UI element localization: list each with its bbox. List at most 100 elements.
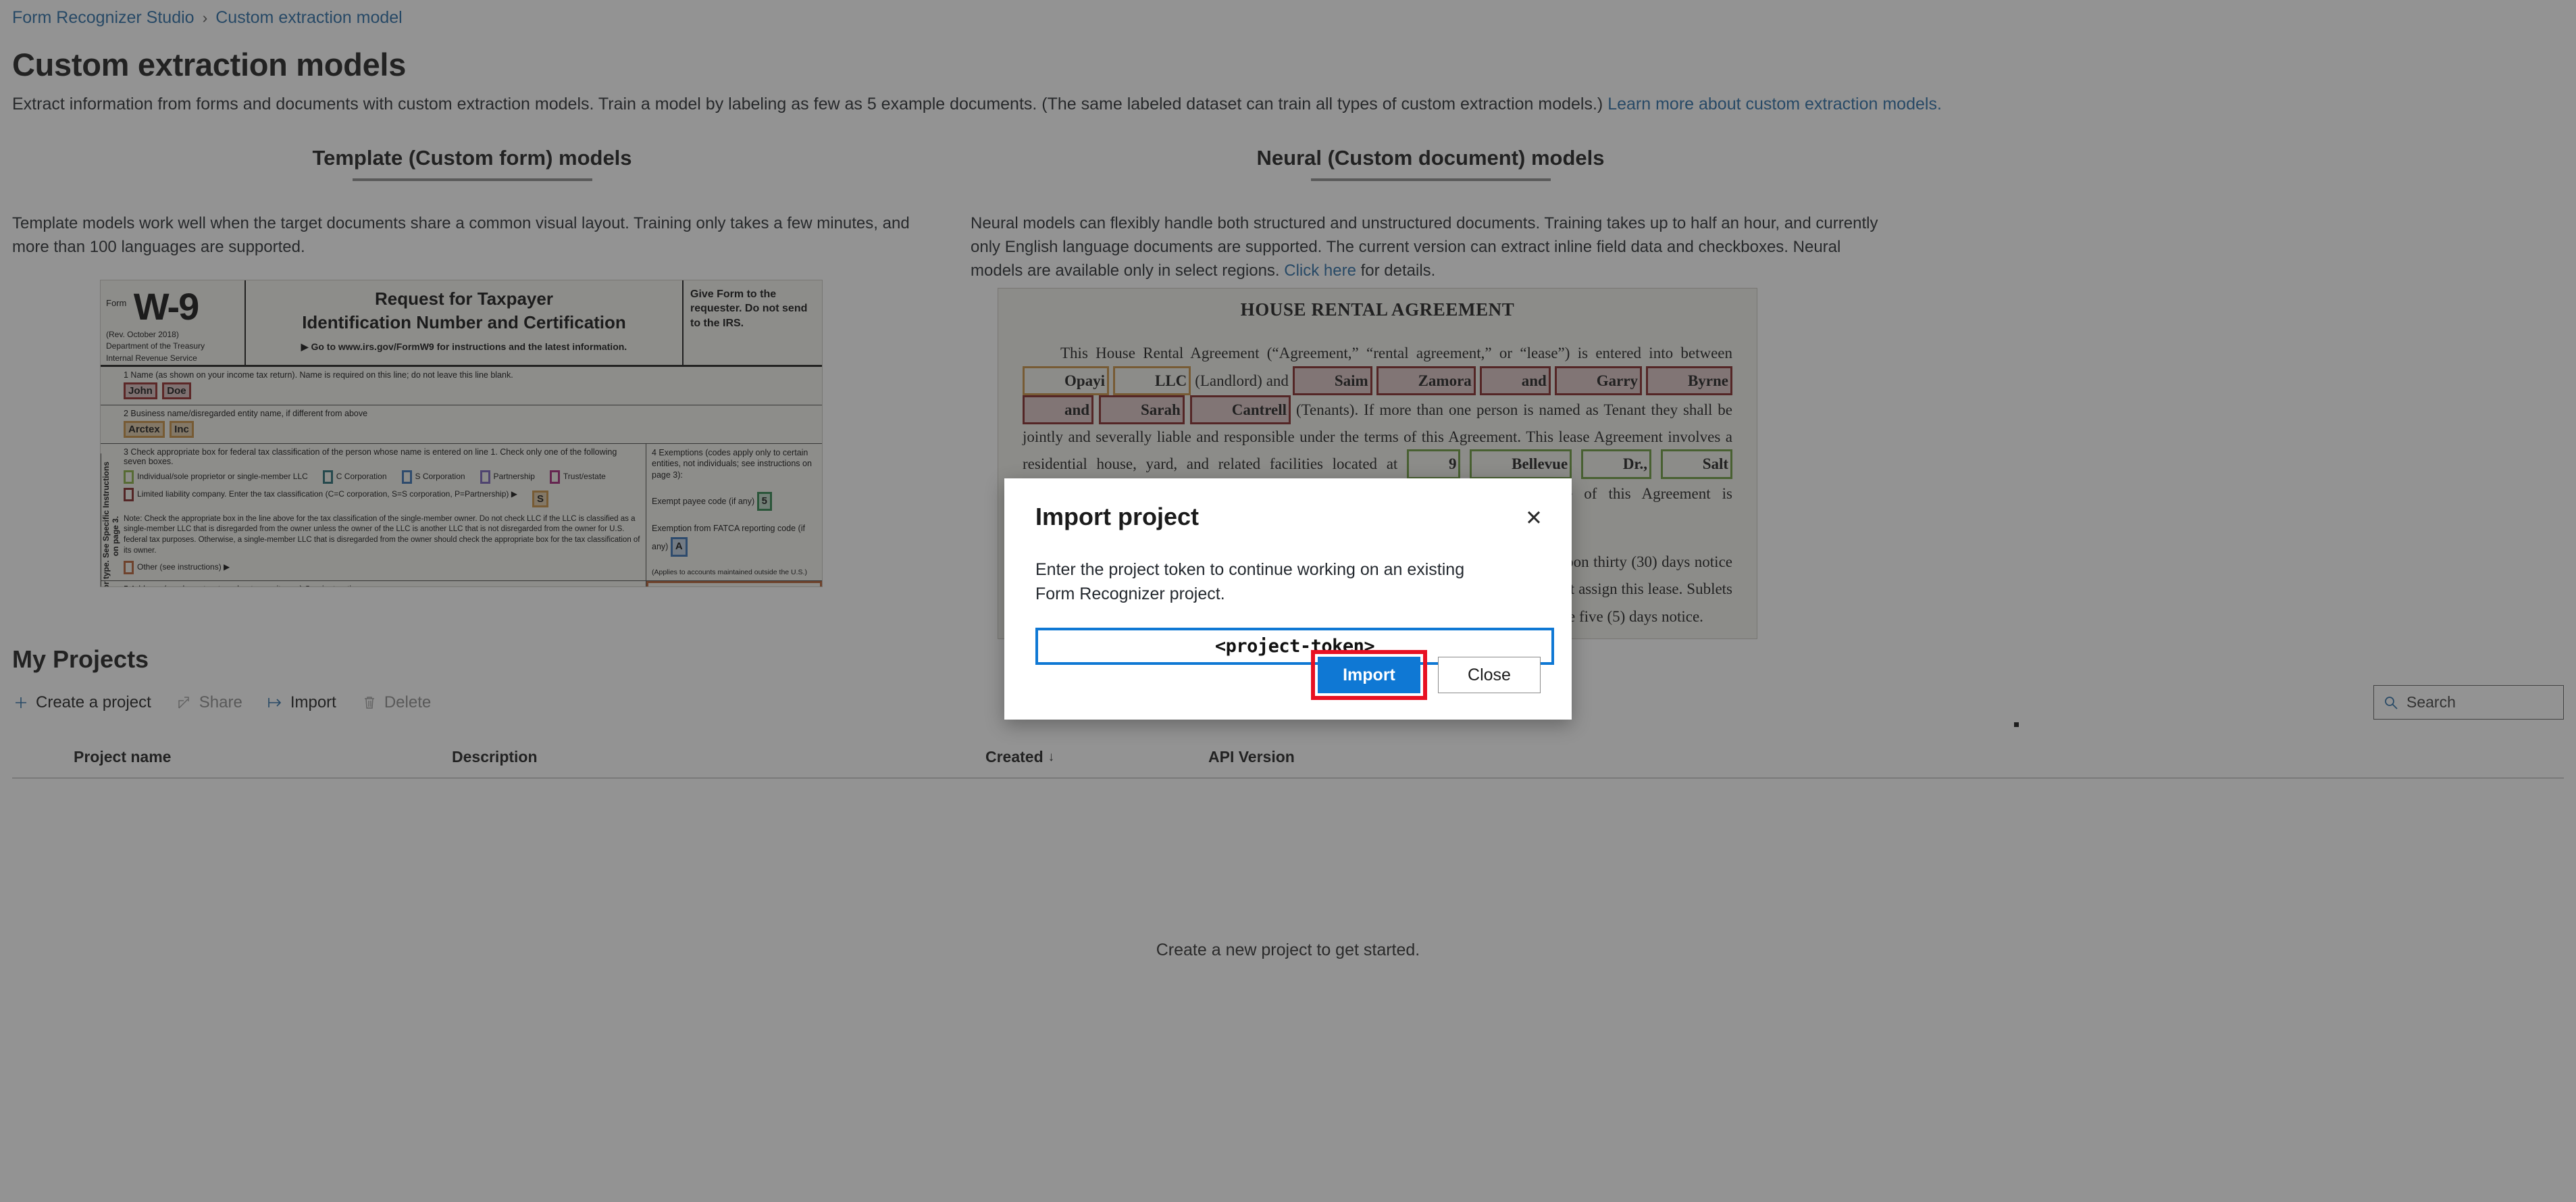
page-intro: Extract information from forms and docum…: [12, 95, 1942, 114]
rental-addr-tag-2: Bellevue: [1470, 449, 1572, 479]
rental-tenant-tag-1: Saim: [1292, 366, 1372, 395]
template-section-description: Template models work well when the targe…: [12, 214, 910, 256]
search-icon: [2384, 695, 2398, 710]
breadcrumb-current-link[interactable]: Custom extraction model: [215, 8, 403, 28]
w9-line2-label: 2 Business name/disregarded entity name,…: [124, 408, 368, 418]
w9-fatca-value-tag: A: [670, 537, 688, 557]
w9-checkbox-trust-label: Trust/estate: [563, 471, 606, 481]
w9-label-tag-name-first: John: [124, 382, 157, 399]
w9-checkbox-trust[interactable]: Trust/estate: [549, 470, 606, 484]
rental-tenant-tag-6: Cantrell: [1189, 395, 1291, 425]
w9-requester: Requester's name and address (optional): [646, 580, 822, 587]
rental-tenant-and-2: and: [1023, 395, 1094, 425]
w9-line5: 5 Address (number, street, and apt. or s…: [101, 580, 646, 586]
w9-line4-label: 4 Exemptions (codes apply only to certai…: [652, 447, 812, 480]
checkbox-icon: [124, 487, 134, 501]
checkbox-icon: [401, 470, 412, 484]
checkbox-icon: [322, 470, 333, 484]
w9-other-row: Other (see instructions) ▶: [124, 561, 640, 575]
w9-label-tag-name-last: Doe: [162, 382, 191, 399]
w9-checkbox-other-label: Other (see instructions) ▶: [137, 562, 230, 572]
w9-line3-label: 3 Check appropriate box for federal tax …: [124, 447, 617, 466]
rental-p1-seg1: This House Rental Agreement (“Agreement,…: [1060, 345, 1732, 362]
breadcrumb-separator-icon: ›: [202, 9, 208, 26]
rental-tenant-tag-5: Sarah: [1099, 395, 1185, 425]
w9-title-line2: Identification Number and Certification: [302, 311, 626, 332]
empty-state-message: Create a new project to get started.: [1156, 941, 1420, 959]
w9-goto-line: ▶ Go to www.irs.gov/FormW9 for instructi…: [301, 341, 627, 352]
w9-form-number: W-9: [133, 284, 200, 328]
w9-requester-label: Requester's name and address (optional): [654, 586, 815, 587]
sort-descending-icon: ↓: [1048, 749, 1055, 764]
w9-checkbox-partnership[interactable]: Partnership: [480, 470, 535, 484]
w9-applies-note: (Applies to accounts maintained outside …: [652, 568, 807, 576]
neural-description-line1: Neural models can flexibly handle both s…: [971, 214, 1878, 256]
breadcrumb: Form Recognizer Studio › Custom extracti…: [12, 8, 403, 28]
import-label: Import: [290, 693, 336, 711]
w9-title-line1: Request for Taxpayer: [375, 288, 553, 309]
rental-p1-seg2: (Landlord) and: [1191, 372, 1293, 389]
w9-sidebar-text: Print or type. See Specific Instructions…: [101, 453, 121, 586]
column-header-description[interactable]: Description: [448, 748, 981, 766]
neural-description-line2-post: for details.: [1356, 261, 1436, 280]
w9-checkbox-llc-label: Limited liability company. Enter the tax…: [137, 489, 517, 499]
delete-button[interactable]: Delete: [361, 693, 431, 712]
w9-line1-label: 1 Name (as shown on your income tax retu…: [124, 370, 513, 380]
create-project-label: Create a project: [36, 693, 151, 711]
delete-label: Delete: [384, 693, 432, 711]
close-icon[interactable]: ✕: [1520, 504, 1547, 531]
w9-checkbox-partnership-label: Partnership: [493, 471, 535, 481]
w9-line2: 2 Business name/disregarded entity name,…: [101, 405, 822, 444]
breadcrumb-root-link[interactable]: Form Recognizer Studio: [12, 8, 195, 28]
w9-checkbox-ccorp[interactable]: C Corporation: [322, 470, 387, 484]
w9-checkbox-ccorp-label: C Corporation: [336, 471, 387, 481]
import-project-dialog: Import project ✕ Enter the project token…: [1004, 478, 1572, 720]
cursor-dot: [2014, 722, 2019, 727]
w9-revision: (Rev. October 2018): [106, 329, 179, 339]
w9-label-tag-business-b: Inc: [170, 420, 194, 438]
w9-form-preview-image: Form W-9 (Rev. October 2018) Department …: [100, 279, 823, 587]
rental-addr-tag-4: Salt: [1660, 449, 1733, 479]
w9-checkbox-scorp[interactable]: S Corporation: [401, 470, 465, 484]
dialog-import-button[interactable]: Import: [1318, 657, 1420, 693]
column-header-api-version[interactable]: API Version: [1204, 748, 1427, 766]
w9-line1: 1 Name (as shown on your income tax retu…: [101, 367, 822, 405]
page-intro-text: Extract information from forms and docum…: [12, 95, 1603, 114]
w9-checkbox-scorp-label: S Corporation: [415, 471, 465, 481]
column-header-created[interactable]: Created ↓: [981, 748, 1204, 766]
checkbox-icon: [549, 470, 560, 484]
checkbox-icon: [124, 470, 134, 484]
w9-llc-row: Limited liability company. Enter the tax…: [124, 487, 640, 509]
w9-checkbox-llc[interactable]: Limited liability company. Enter the tax…: [124, 487, 517, 501]
rental-landlord-tag-a: Opayi: [1023, 366, 1110, 395]
click-here-link[interactable]: Click here: [1284, 261, 1356, 280]
w9-checkbox-other[interactable]: Other (see instructions) ▶: [124, 561, 230, 575]
projects-table-header: Project name Description Created ↓ API V…: [12, 736, 2564, 778]
checkbox-icon: [480, 470, 490, 484]
w9-dept-line1: Department of the Treasury: [106, 341, 205, 351]
neural-section-heading: Neural (Custom document) models: [1256, 146, 1605, 170]
import-button[interactable]: Import: [267, 693, 336, 712]
trash-icon: [361, 694, 378, 711]
w9-right-note: Give Form to the requester. Do not send …: [690, 288, 808, 329]
dialog-close-button[interactable]: Close: [1438, 657, 1541, 693]
template-section-heading: Template (Custom form) models: [312, 146, 632, 170]
column-header-created-label: Created: [985, 748, 1044, 766]
w9-form-label: Form: [106, 297, 127, 308]
import-arrow-icon: [267, 694, 284, 711]
template-section-divider: [352, 178, 592, 181]
plus-icon: [12, 694, 30, 711]
create-project-button[interactable]: Create a project: [12, 693, 151, 712]
rental-tenant-tag-4: Byrne: [1645, 366, 1732, 395]
neural-section-divider: [1310, 178, 1551, 181]
w9-checkbox-individual[interactable]: Individual/sole proprietor or single-mem…: [124, 470, 308, 484]
column-header-project-name[interactable]: Project name: [70, 748, 448, 766]
w9-llc-value-tag: S: [532, 490, 548, 507]
search-input[interactable]: Search: [2373, 685, 2564, 720]
w9-note-text: Note: Check the appropriate box in the l…: [124, 514, 640, 555]
w9-exempt-payee-value-tag: 5: [756, 492, 772, 511]
learn-more-link[interactable]: Learn more about custom extraction model…: [1607, 95, 1942, 114]
w9-dept-line2: Internal Revenue Service: [106, 353, 197, 363]
share-button[interactable]: Share: [176, 693, 242, 712]
w9-exempt-payee-label: Exempt payee code (if any): [652, 497, 755, 507]
